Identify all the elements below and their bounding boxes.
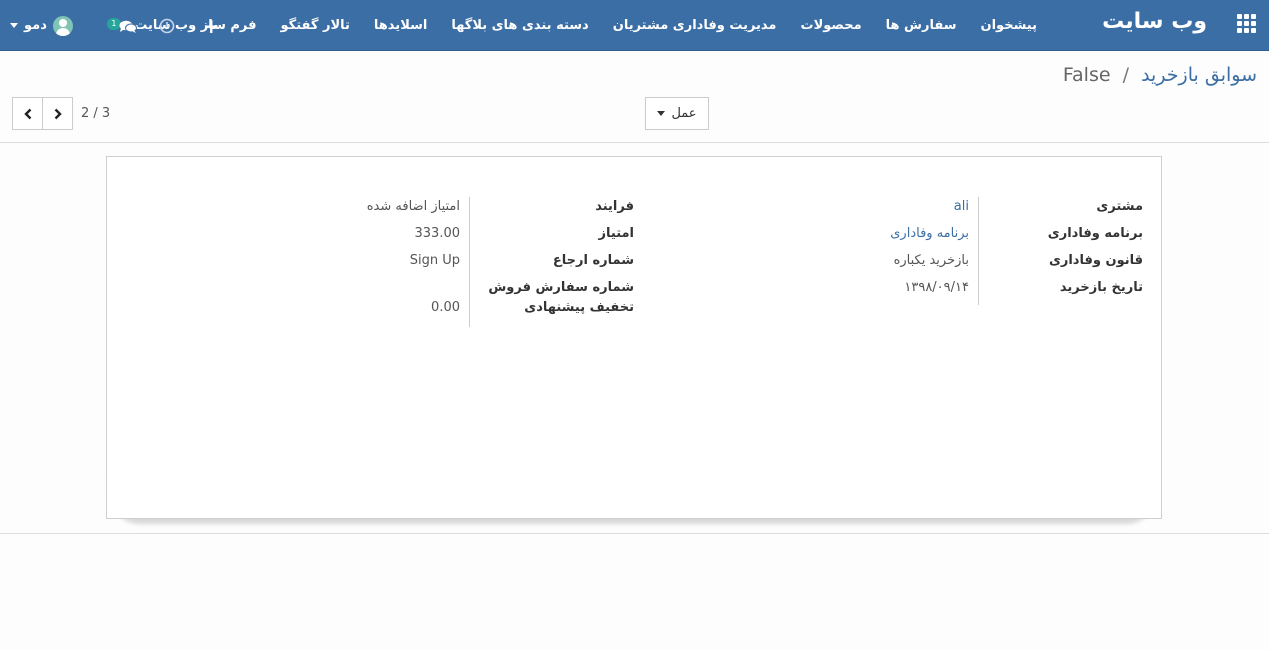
field-value: امتیاز اضافه شده [366,199,460,214]
menu-item-dashboard[interactable]: پیشخوان [969,18,1050,33]
menu-item-slides[interactable]: اسلایدها [362,18,439,33]
form-sheet: مشتری ali برنامه وفاداری برنامه وفاداری … [106,156,1162,519]
pager: 2 / 3 [12,97,110,130]
field-redemption-date: تاریخ بازخرید ۱۳۹۸/۰۹/۱۴ [653,278,1143,305]
field-reference: شماره ارجاع Sign Up [124,251,634,278]
field-points: امتیاز 333.00 [124,224,635,251]
chevron-right-icon [54,108,62,119]
pager-counter[interactable]: 2 / 3 [81,106,110,121]
messaging-menu[interactable]: 1 [106,16,137,36]
field-value: ۱۳۹۸/۰۹/۱۴ [904,280,969,295]
field-label: قانون وفاداری [1048,253,1143,268]
field-label: مشتری [1096,199,1143,214]
field-label: تاریخ بازخرید [1059,280,1143,295]
control-panel-divider [0,142,1269,143]
loyalty-program-link[interactable]: برنامه وفاداری [890,224,979,244]
field-process: فرایند امتیاز اضافه شده [124,197,634,224]
pager-previous-button[interactable] [12,97,43,130]
group-divider [469,197,470,327]
menu-item-blog-categories[interactable]: دسته بندی های بلاگها [439,18,600,33]
chevron-left-icon [23,108,31,119]
apps-grid-icon[interactable] [1237,14,1258,33]
clock-icon[interactable] [159,18,175,34]
group-divider [978,197,979,305]
main-menu: پیشخوان سفارش ها محصولات مدیریت وفاداری … [122,0,1049,51]
caret-down-icon [10,23,18,28]
action-dropdown-button[interactable]: عمل [645,97,709,130]
caret-down-icon [657,111,666,116]
field-value: بازخرید یکباره [893,253,969,268]
field-customer: مشتری ali [653,197,1143,224]
breadcrumb-separator: / [1122,64,1130,86]
field-value: 333.00 [414,226,461,241]
top-navbar: وب سایت پیشخوان سفارش ها محصولات مدیریت … [0,0,1269,51]
form-group-left: فرایند امتیاز اضافه شده امتیاز 333.00 شم… [124,197,635,327]
menu-item-loyalty[interactable]: مدیریت وفاداری مشتریان [601,18,789,33]
avatar [52,15,73,36]
pager-next-button[interactable] [42,97,73,130]
user-name: دمو [24,18,47,33]
field-loyalty-rule: قانون وفاداری بازخرید یکباره [653,251,1143,278]
breadcrumb-parent[interactable]: سوابق بازخرید [1141,64,1257,86]
field-label: برنامه وفاداری [1047,226,1143,241]
field-label: شماره سفارش فروش تخفیف پیشنهادی [488,280,634,315]
field-value: 0.00 [431,300,460,315]
breadcrumb: سوابق بازخرید / False [1063,64,1257,86]
brand-title[interactable]: وب سایت [1102,9,1207,34]
chat-icon [119,20,137,33]
field-discount-order: شماره سفارش فروش تخفیف پیشنهادی 0.00 [124,278,634,324]
plus-icon[interactable]: + [203,16,220,36]
menu-item-orders[interactable]: سفارش ها [874,18,969,33]
user-menu[interactable]: دمو [10,15,73,36]
breadcrumb-current: False [1062,64,1111,86]
form-group-right: مشتری ali برنامه وفاداری برنامه وفاداری … [653,197,1143,305]
systray: دمو 1 + [10,0,220,51]
field-value: Sign Up [409,253,460,268]
customer-link[interactable]: ali [954,197,979,217]
field-label: شماره ارجاع [552,253,634,268]
menu-item-forum[interactable]: تالار گفتگو [269,18,362,33]
action-label: عمل [671,106,697,121]
field-loyalty-program: برنامه وفاداری برنامه وفاداری [653,224,1143,251]
bottom-divider [0,533,1269,534]
menu-item-products[interactable]: محصولات [789,18,874,33]
field-label: فرایند [595,199,634,214]
field-label: امتیاز [598,226,634,241]
